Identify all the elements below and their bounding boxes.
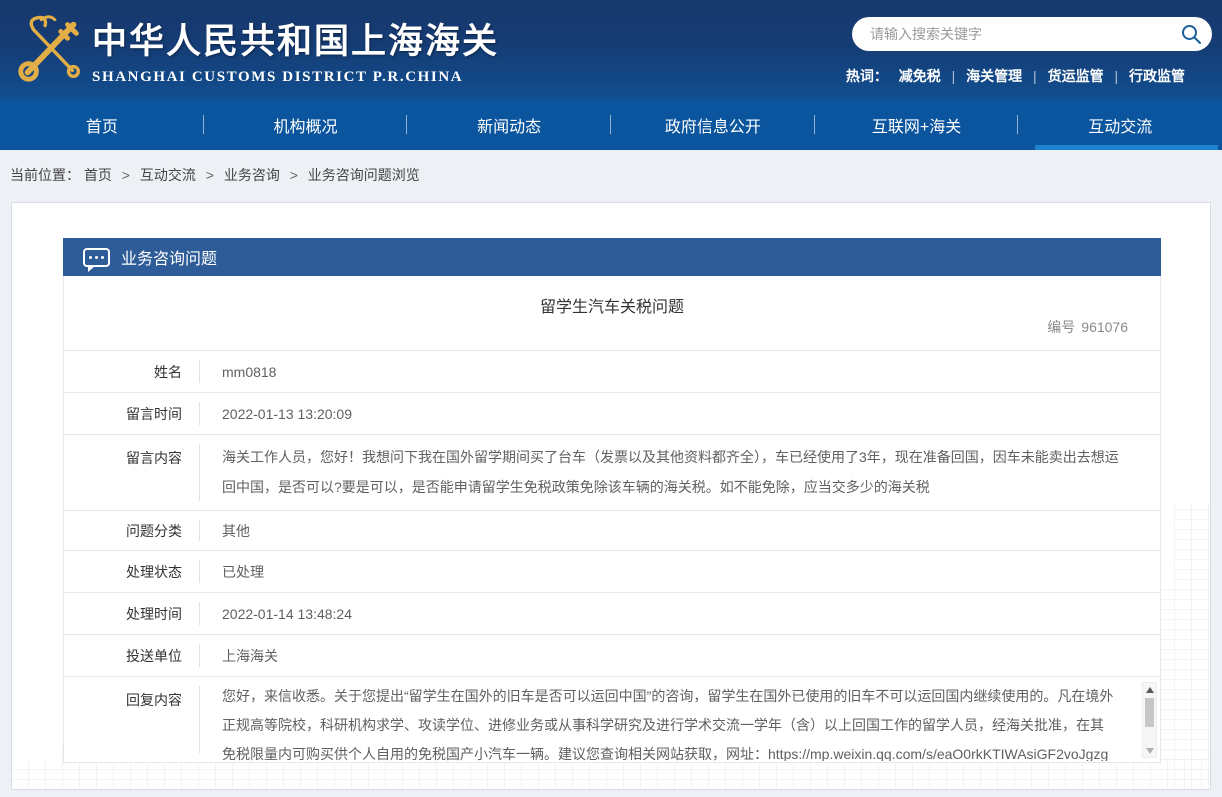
row-value: 上海海关 bbox=[222, 647, 278, 664]
hotwords-bar: 热词： 减免税 | 海关管理 | 货运监管 | 行政监管 bbox=[846, 66, 1192, 86]
row-value: 2022-01-14 13:48:24 bbox=[222, 605, 352, 622]
table-row-name: 姓名 mm0818 bbox=[64, 351, 1160, 393]
question-detail-table: 留学生汽车关税问题 编号 961076 姓名 mm0818 留言时间 2022-0… bbox=[63, 276, 1161, 763]
table-row-status: 处理状态 已处理 bbox=[64, 551, 1160, 593]
site-title: 中华人民共和国上海海关 bbox=[92, 22, 500, 61]
row-value: 其他 bbox=[222, 522, 250, 539]
hotwords-label: 热词： bbox=[845, 68, 888, 84]
table-row-unit: 投送单位 上海海关 bbox=[64, 635, 1160, 677]
table-row-message-time: 留言时间 2022-01-13 13:20:09 bbox=[64, 393, 1160, 435]
table-row-process-time: 处理时间 2022-01-14 13:48:24 bbox=[64, 593, 1160, 635]
content-card: 业务咨询问题 留学生汽车关税问题 编号 961076 姓名 mm0818 留言时间… bbox=[11, 202, 1211, 790]
row-label: 姓名 bbox=[154, 363, 182, 380]
nav-item-interaction[interactable]: 互动交流 bbox=[1018, 99, 1222, 150]
search-icon[interactable] bbox=[1180, 23, 1202, 45]
search-box bbox=[852, 17, 1212, 51]
question-number-value: 961076 bbox=[1081, 319, 1128, 335]
site-banner: 中华人民共和国上海海关 SHANGHAI CUSTOMS DISTRICT P.… bbox=[0, 0, 1222, 99]
hotword-divider: | bbox=[951, 68, 956, 84]
nav-label: 首页 bbox=[85, 118, 118, 136]
panel-header: 业务咨询问题 bbox=[63, 238, 1161, 276]
row-label: 留言时间 bbox=[126, 405, 182, 422]
row-value: 海关工作人员，您好！我想问下我在国外留学期间买了台车（发票以及其他资料都齐全），… bbox=[222, 449, 1119, 495]
row-value[interactable]: 您好，来信收悉。关于您提出“留学生在国外的旧车是否可以运回中国”的咨询，留学生在… bbox=[200, 677, 1160, 761]
breadcrumb-separator: > bbox=[121, 167, 130, 183]
table-row-reply-content: 回复内容 您好，来信收悉。关于您提出“留学生在国外的旧车是否可以运回中国”的咨询… bbox=[64, 677, 1160, 763]
search-input[interactable] bbox=[852, 17, 1212, 51]
nav-item-gov-info[interactable]: 政府信息公开 bbox=[611, 99, 815, 150]
row-label: 处理状态 bbox=[126, 563, 182, 580]
table-row-category: 问题分类 其他 bbox=[64, 511, 1160, 551]
cityscape-watermark bbox=[1158, 503, 1210, 789]
nav-item-internet-customs[interactable]: 互联网+海关 bbox=[815, 99, 1019, 150]
breadcrumb-link-current: 业务咨询问题浏览 bbox=[307, 167, 420, 183]
nav-label: 政府信息公开 bbox=[664, 118, 761, 136]
question-title-row: 留学生汽车关税问题 编号 961076 bbox=[64, 276, 1160, 351]
consultation-panel: 业务咨询问题 留学生汽车关税问题 编号 961076 姓名 mm0818 留言时间… bbox=[63, 238, 1161, 763]
hotword-link-4[interactable]: 行政监管 bbox=[1129, 68, 1185, 84]
scrollbar-down-arrow-icon[interactable] bbox=[1143, 744, 1156, 757]
site-titles: 中华人民共和国上海海关 SHANGHAI CUSTOMS DISTRICT P.… bbox=[92, 13, 499, 86]
row-label: 处理时间 bbox=[126, 605, 182, 622]
scrollbar-up-arrow-icon[interactable] bbox=[1143, 683, 1156, 696]
nav-label: 互联网+海关 bbox=[871, 118, 962, 136]
panel-header-title: 业务咨询问题 bbox=[121, 251, 218, 268]
customs-logo-icon[interactable] bbox=[12, 10, 90, 88]
breadcrumb-label: 当前位置： bbox=[10, 167, 80, 183]
hotword-link-3[interactable]: 货运监管 bbox=[1048, 68, 1104, 84]
nav-item-home[interactable]: 首页 bbox=[0, 99, 204, 150]
row-value: 2022-01-13 13:20:09 bbox=[222, 405, 352, 422]
nav-label: 新闻动态 bbox=[477, 118, 542, 136]
hotword-link-1[interactable]: 减免税 bbox=[899, 68, 941, 84]
breadcrumb-link-interaction[interactable]: 互动交流 bbox=[140, 167, 196, 183]
hotword-divider: | bbox=[1114, 68, 1119, 84]
breadcrumb-link-consultation[interactable]: 业务咨询 bbox=[224, 167, 280, 183]
row-label: 留言内容 bbox=[126, 450, 182, 466]
breadcrumb-separator: > bbox=[205, 167, 214, 183]
nav-item-news[interactable]: 新闻动态 bbox=[407, 99, 611, 150]
question-number: 编号 961076 bbox=[1047, 317, 1128, 337]
row-value: 已处理 bbox=[222, 563, 264, 580]
nav-label: 互动交流 bbox=[1088, 118, 1153, 136]
table-row-message-content: 留言内容 海关工作人员，您好！我想问下我在国外留学期间买了台车（发票以及其他资料… bbox=[64, 435, 1160, 511]
breadcrumb-link-home[interactable]: 首页 bbox=[84, 167, 112, 183]
row-label: 回复内容 bbox=[126, 692, 182, 708]
chat-bubble-icon bbox=[83, 247, 110, 272]
scrollbar-thumb[interactable] bbox=[1145, 698, 1154, 727]
breadcrumb: 当前位置： 首页 > 互动交流 > 业务咨询 > 业务咨询问题浏览 bbox=[0, 150, 1222, 200]
nav-item-about[interactable]: 机构概况 bbox=[204, 99, 408, 150]
main-nav: 首页 机构概况 新闻动态 政府信息公开 互联网+海关 互动交流 bbox=[0, 99, 1222, 150]
hotword-link-2[interactable]: 海关管理 bbox=[966, 68, 1022, 84]
hotword-divider: | bbox=[1033, 68, 1037, 84]
question-title: 留学生汽车关税问题 bbox=[539, 299, 684, 316]
row-label: 问题分类 bbox=[126, 522, 182, 539]
nav-label: 机构概况 bbox=[273, 118, 338, 136]
question-number-label: 编号 bbox=[1047, 319, 1076, 335]
row-label: 投送单位 bbox=[126, 647, 182, 664]
row-value: mm0818 bbox=[222, 363, 277, 380]
site-subtitle: SHANGHAI CUSTOMS DISTRICT P.R.CHINA bbox=[92, 69, 464, 85]
breadcrumb-separator: > bbox=[289, 167, 298, 183]
reply-scrollbar[interactable] bbox=[1142, 682, 1157, 758]
